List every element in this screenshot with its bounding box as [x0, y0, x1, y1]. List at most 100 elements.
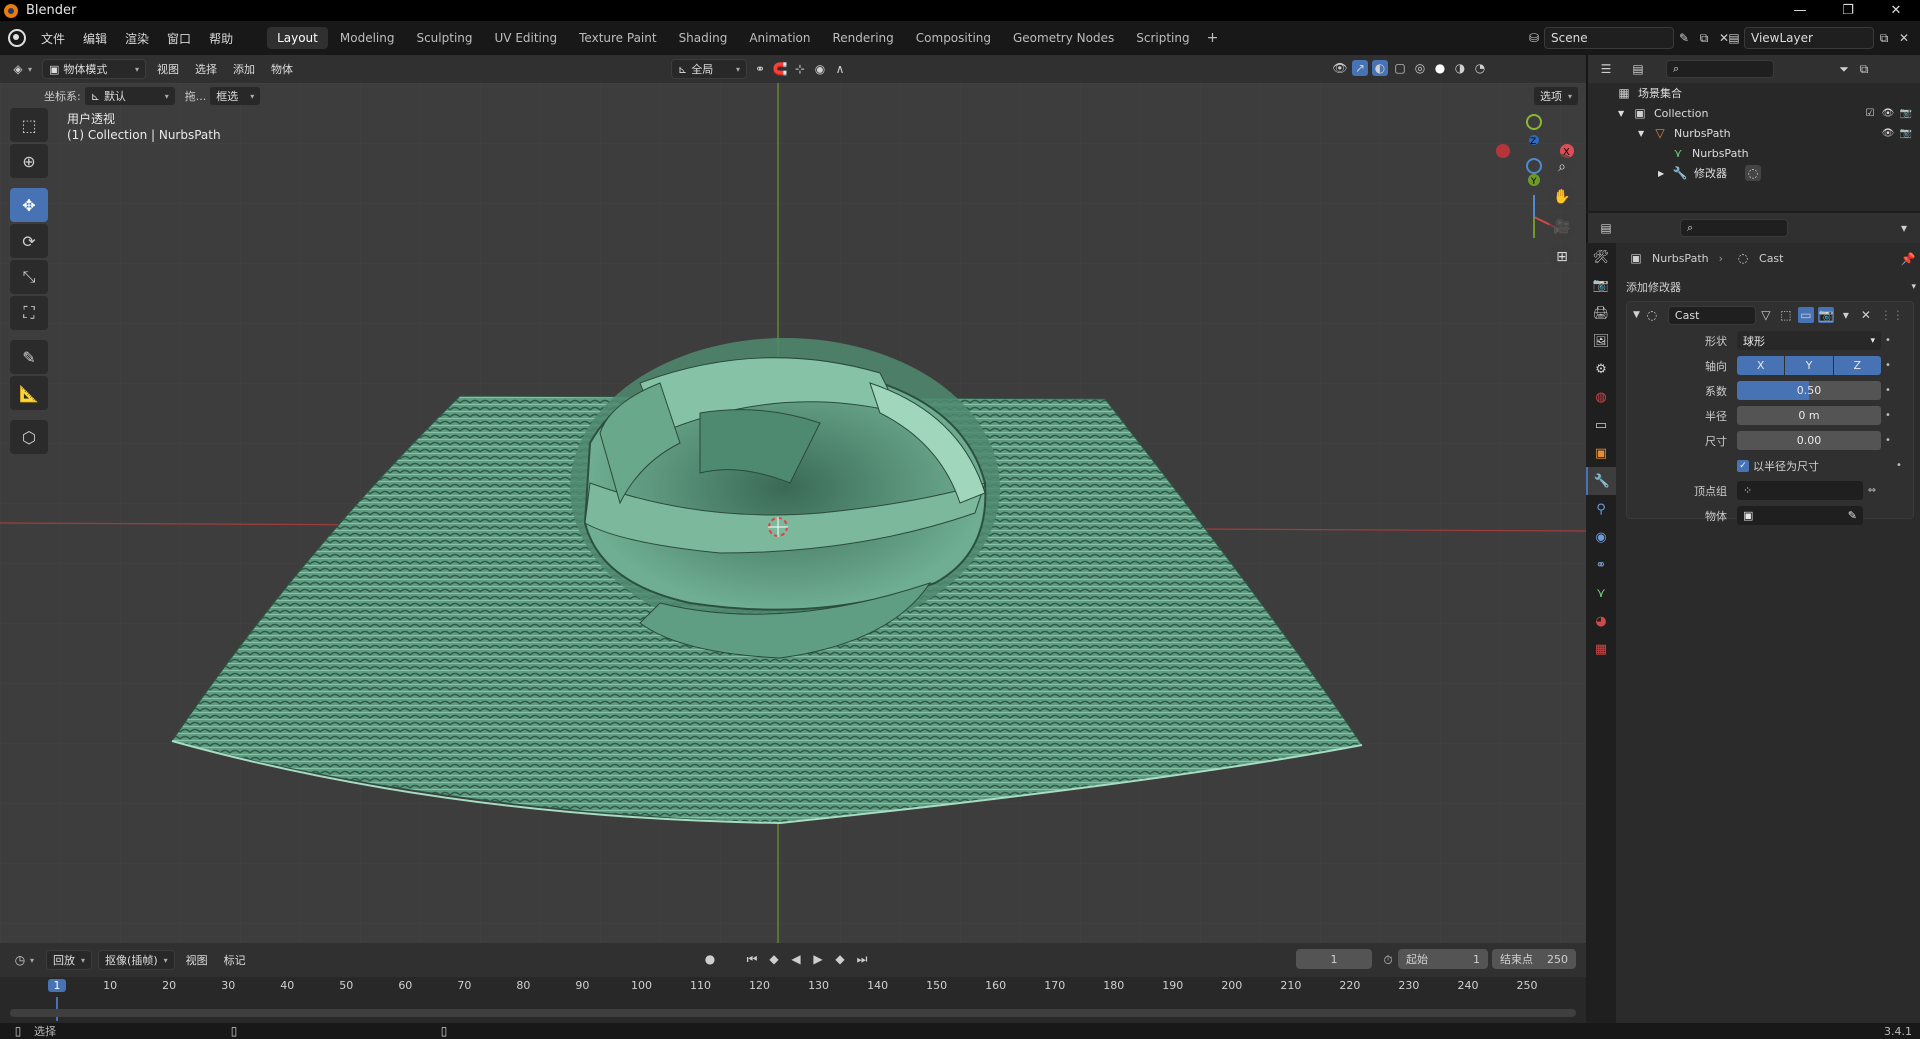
factor-slider[interactable]: 0.50	[1737, 381, 1881, 400]
on-cage-icon[interactable]: ▽	[1758, 307, 1774, 323]
delete-modifier-icon[interactable]: ✕	[1858, 307, 1874, 323]
eyedropper-icon[interactable]: ✎	[1848, 509, 1857, 522]
factor-keyframe-dot-icon[interactable]: •	[1881, 385, 1895, 396]
render-tab-icon[interactable]: 📷	[1586, 271, 1616, 299]
collection-tab-icon[interactable]: ▭	[1586, 411, 1616, 439]
delete-view-layer-icon[interactable]: ✕	[1896, 30, 1912, 46]
transform-orientation-dropdown[interactable]: ⊾ 全局 ▾	[671, 59, 747, 79]
add-modifier-dropdown[interactable]: 添加修改器 ▾	[1626, 277, 1916, 297]
select-mode-dropdown[interactable]: 框选 ▾	[209, 86, 262, 106]
prev-keyframe-icon[interactable]: ◆	[766, 951, 782, 967]
menu-add[interactable]: 添加	[225, 61, 263, 77]
axis-z-toggle[interactable]: Z	[1833, 356, 1881, 375]
properties-editor-icon[interactable]: ▤	[1598, 220, 1614, 236]
outliner-collection[interactable]: ▼ ▣ Collection ☑ 👁 📷	[1588, 103, 1920, 123]
options-dropdown[interactable]: 选项 ▾	[1533, 86, 1579, 106]
play-icon[interactable]: ▶	[810, 951, 826, 967]
axis-y-toggle[interactable]: Y	[1785, 356, 1833, 375]
object-tab-icon[interactable]: ▣	[1586, 439, 1616, 467]
3d-viewport[interactable]: X Z Y 用户透视 (1) Collection | NurbsPath ⌕ …	[0, 83, 1586, 943]
editor-type-icon[interactable]: ◈	[10, 61, 26, 77]
scene-tab-icon[interactable]: ⚙	[1586, 355, 1616, 383]
menu-file[interactable]: 文件	[32, 30, 74, 47]
scene-icon[interactable]: ⛁	[1526, 30, 1542, 46]
view-layer-icon[interactable]: ▤	[1726, 30, 1742, 46]
use-radius-checkbox[interactable]: ✓	[1737, 459, 1749, 472]
jump-end-icon[interactable]: ⏭	[854, 951, 870, 967]
rendered-shading-icon[interactable]: ◔	[1472, 60, 1488, 76]
material-tab-icon[interactable]: ◕	[1586, 607, 1616, 635]
timeline-marker-menu[interactable]: 标记	[216, 952, 254, 968]
wireframe-shading-icon[interactable]: ◎	[1412, 60, 1428, 76]
filter-icon[interactable]: ⏷	[1836, 61, 1852, 77]
object-render-icon[interactable]: 📷	[1900, 127, 1912, 139]
select-box-tool-icon[interactable]: ⬚	[10, 108, 48, 142]
modifier-tab-icon[interactable]: 🔧	[1586, 467, 1616, 495]
object-eye-icon[interactable]: 👁	[1882, 127, 1895, 139]
outliner-scene-collection[interactable]: ▦ 场景集合	[1588, 83, 1920, 103]
gizmo-toggle-icon[interactable]: ↗	[1352, 60, 1368, 76]
menu-render[interactable]: 渲染	[116, 30, 158, 47]
collapse-modifier-icon[interactable]: ▼	[1633, 310, 1640, 320]
tab-modeling[interactable]: Modeling	[330, 27, 405, 49]
rotate-tool-icon[interactable]: ⟳	[10, 224, 48, 258]
coord-dropdown[interactable]: ⊾ 默认 ▾	[83, 86, 176, 106]
next-keyframe-icon[interactable]: ◆	[832, 951, 848, 967]
measure-tool-icon[interactable]: 📐	[10, 376, 48, 410]
texture-tab-icon[interactable]: ▦	[1586, 635, 1616, 663]
view-layer-tab-icon[interactable]: 🖼	[1586, 327, 1616, 355]
size-keyframe-dot-icon[interactable]: •	[1881, 435, 1895, 446]
restore-icon[interactable]: ❐	[1824, 0, 1872, 21]
keyframe-dot-icon[interactable]: •	[1881, 335, 1895, 346]
shape-dropdown[interactable]: 球形 ▾	[1737, 331, 1881, 350]
outliner-curve-data[interactable]: ⋎ NurbsPath	[1588, 143, 1920, 163]
eye-icon[interactable]: 👁	[1882, 107, 1895, 119]
blender-menu-icon[interactable]	[8, 29, 26, 47]
realtime-icon[interactable]: ▭	[1797, 307, 1814, 323]
menu-window[interactable]: 窗口	[158, 30, 200, 47]
view-layer-selector[interactable]: ViewLayer	[1744, 27, 1874, 49]
menu-help[interactable]: 帮助	[200, 30, 242, 47]
output-tab-icon[interactable]: 🖨	[1586, 299, 1616, 327]
use-radius-keyframe-dot-icon[interactable]: •	[1892, 460, 1906, 471]
outliner-editor-icon[interactable]: ☰	[1598, 61, 1614, 77]
radius-field[interactable]: 0 m	[1737, 406, 1881, 425]
scene-selector[interactable]: Scene	[1544, 27, 1674, 49]
physics-tab-icon[interactable]: ◉	[1586, 523, 1616, 551]
move-tool-icon[interactable]: ✥	[10, 188, 48, 222]
exclude-checkbox-icon[interactable]: ☑	[1864, 107, 1876, 119]
pin-scene-icon[interactable]: ✎	[1676, 30, 1692, 46]
new-view-layer-icon[interactable]: ⧉	[1876, 30, 1892, 46]
jump-start-icon[interactable]: ⏮	[744, 951, 760, 967]
new-scene-icon[interactable]: ⧉	[1696, 30, 1712, 46]
modifier-menu-icon[interactable]: ▾	[1838, 307, 1854, 323]
record-icon[interactable]: ●	[702, 951, 718, 967]
tab-compositing[interactable]: Compositing	[906, 27, 1001, 49]
minimize-icon[interactable]: —	[1776, 0, 1824, 21]
menu-edit[interactable]: 编辑	[74, 30, 116, 47]
menu-object[interactable]: 物体	[263, 61, 301, 77]
start-frame-field[interactable]: 起始 1	[1398, 949, 1488, 969]
invert-vertex-group-icon[interactable]: ⇔	[1863, 485, 1881, 496]
proportional-edit-icon[interactable]: ◉	[812, 61, 828, 77]
snap-icon[interactable]: 🧲	[772, 61, 788, 77]
axis-x-toggle[interactable]: X	[1737, 356, 1785, 375]
constraints-tab-icon[interactable]: ⚭	[1586, 551, 1616, 579]
data-tab-icon[interactable]: ⋎	[1586, 579, 1616, 607]
add-workspace-icon[interactable]: +	[1201, 30, 1225, 46]
timeline-scrollbar[interactable]	[10, 1009, 1576, 1017]
tab-sculpting[interactable]: Sculpting	[406, 27, 482, 49]
render-camera-icon[interactable]: 📷	[1900, 107, 1912, 119]
3d-cursor[interactable]	[768, 517, 788, 537]
playback-dropdown[interactable]: 回放 ▾	[46, 950, 93, 970]
properties-options-icon[interactable]: ▾	[1896, 220, 1912, 236]
play-reverse-icon[interactable]: ◀	[788, 951, 804, 967]
size-field[interactable]: 0.00	[1737, 431, 1881, 450]
tab-geometry-nodes[interactable]: Geometry Nodes	[1003, 27, 1124, 49]
outliner-modifiers[interactable]: ▶ 🔧 修改器 ◌	[1588, 163, 1920, 183]
timeline-view-menu[interactable]: 视图	[178, 952, 216, 968]
vertex-group-field[interactable]: ⁘	[1737, 481, 1863, 500]
particles-tab-icon[interactable]: ⚲	[1586, 495, 1616, 523]
drag-handle-icon[interactable]: ⋮⋮	[1880, 307, 1904, 323]
camera-icon[interactable]: 🎥	[1549, 214, 1575, 240]
